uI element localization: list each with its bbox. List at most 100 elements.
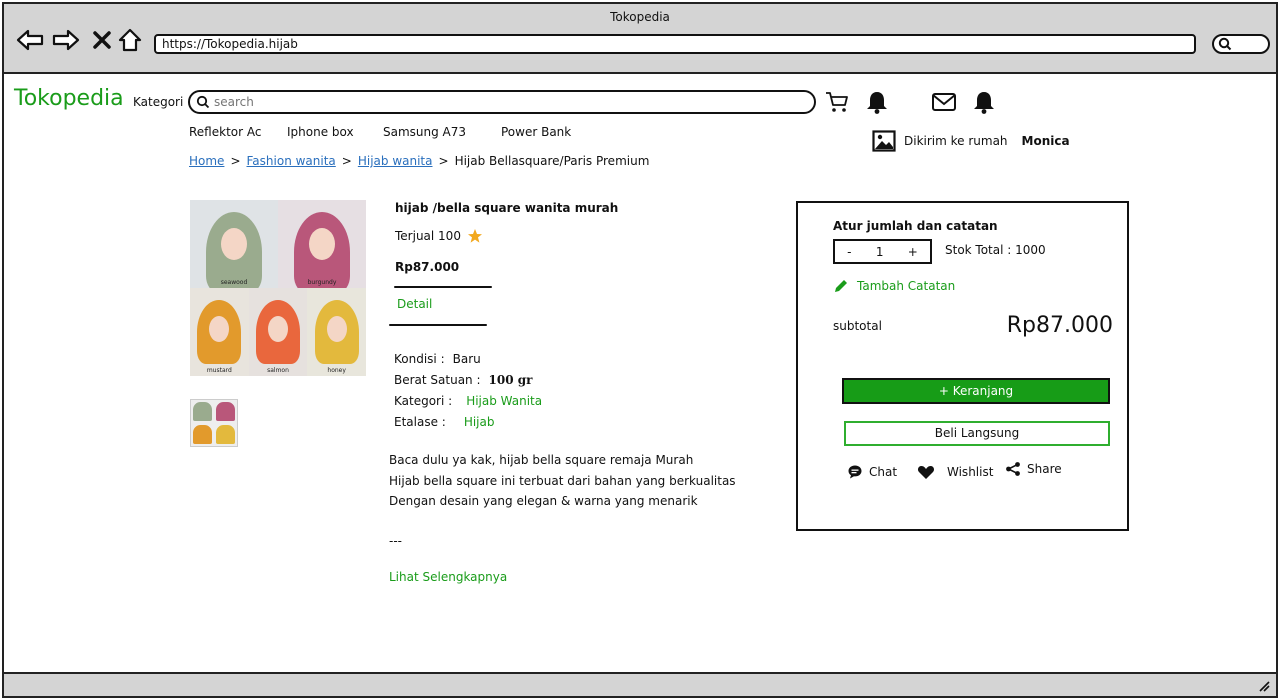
quick-link-item[interactable]: Iphone box xyxy=(287,125,354,139)
stock-total: Stok Total : 1000 xyxy=(945,243,1046,257)
cart-button[interactable] xyxy=(823,88,851,116)
breadcrumb-separator: > xyxy=(230,154,241,168)
variant-label: seawood xyxy=(220,279,248,286)
thumb-swatch xyxy=(216,402,235,421)
sold-count: Terjual 100 xyxy=(395,228,483,244)
kategori-menu[interactable]: Kategori xyxy=(133,95,183,109)
notification-button[interactable] xyxy=(863,88,891,116)
share-button[interactable]: Share xyxy=(1005,461,1062,477)
face-shape xyxy=(267,316,288,343)
quantity-value[interactable]: 1 xyxy=(876,245,884,259)
breadcrumb: Home > Fashion wanita > Hijab wanita > H… xyxy=(189,154,649,168)
product-description: Baca dulu ya kak, hijab bella square rem… xyxy=(389,450,736,512)
address-bar[interactable]: https://Tokopedia.hijab xyxy=(154,34,1196,54)
variant-salmon-image: salmon xyxy=(248,288,308,376)
product-main-image[interactable]: seawood burgundy mustard salmon honey xyxy=(190,200,366,376)
variant-label: mustard xyxy=(206,367,232,374)
spec-etalase-link[interactable]: Hijab xyxy=(464,412,495,433)
arrow-right-icon xyxy=(52,29,80,51)
pencil-icon xyxy=(835,280,847,292)
order-panel: Atur jumlah dan catatan - 1 + Stok Total… xyxy=(796,201,1129,531)
wishlist-button[interactable]: Wishlist xyxy=(917,464,993,480)
search-icon xyxy=(196,95,210,109)
search-input[interactable] xyxy=(214,95,794,109)
site-search-bar[interactable] xyxy=(188,90,816,114)
breadcrumb-home[interactable]: Home xyxy=(189,154,224,168)
description-line: Dengan desain yang elegan & warna yang m… xyxy=(389,494,698,508)
shipping-recipient: Monica xyxy=(1021,134,1070,148)
spec-label: Etalase : xyxy=(394,415,446,429)
spec-value: 100 gr xyxy=(488,373,533,387)
face-shape xyxy=(309,228,335,261)
thumb-swatch xyxy=(193,402,212,421)
buy-now-button[interactable]: Beli Langsung xyxy=(844,421,1110,446)
description-line: Baca dulu ya kak, hijab bella square rem… xyxy=(389,453,694,467)
share-icon xyxy=(1006,462,1020,476)
product-thumbnail[interactable] xyxy=(190,399,238,447)
bell-icon xyxy=(867,92,887,114)
variant-mustard-image: mustard xyxy=(190,288,249,376)
notification-button-2[interactable] xyxy=(970,88,998,116)
spec-label: Kategori : xyxy=(394,394,453,408)
shipping-label: Dikirim ke rumah xyxy=(904,134,1008,148)
search-icon xyxy=(1218,37,1232,51)
browser-titlebar: Tokopedia https://Tokopedia.hijab xyxy=(4,4,1276,74)
variant-label: honey xyxy=(327,367,346,374)
quick-link-item[interactable]: Reflektor Ac xyxy=(189,125,261,139)
tab-detail[interactable]: Detail xyxy=(397,297,432,311)
spec-kategori: Kategori : Hijab Wanita xyxy=(394,391,542,412)
increment-button[interactable]: + xyxy=(908,245,918,259)
share-label: Share xyxy=(1027,462,1062,476)
breadcrumb-separator: > xyxy=(438,154,449,168)
heart-icon xyxy=(917,466,935,479)
browser-statusbar xyxy=(4,672,1276,696)
spec-kondisi: Kondisi : Baru xyxy=(394,349,542,370)
quantity-stepper: - 1 + xyxy=(833,239,932,264)
resize-grip-icon[interactable] xyxy=(1256,678,1270,692)
thumb-swatch xyxy=(193,425,212,444)
add-note-button[interactable]: Tambah Catatan xyxy=(833,278,955,294)
spec-label: Berat Satuan : xyxy=(394,373,481,387)
add-to-cart-button[interactable]: + Keranjang xyxy=(842,378,1110,404)
variant-burgundy-image: burgundy xyxy=(278,200,366,288)
arrow-left-icon xyxy=(16,29,44,51)
site-logo[interactable]: Tokopedia xyxy=(14,86,124,111)
window-title: Tokopedia xyxy=(610,10,670,24)
inbox-button[interactable] xyxy=(930,88,958,116)
variant-row: mustard salmon honey xyxy=(190,288,366,376)
variant-seawood-image: seawood xyxy=(190,200,278,288)
browser-search-button[interactable] xyxy=(1212,34,1270,54)
variant-label: burgundy xyxy=(307,279,337,286)
breadcrumb-separator: > xyxy=(341,154,352,168)
stop-button[interactable] xyxy=(88,26,116,54)
tab-underline xyxy=(389,324,487,326)
product-specs: Kondisi : Baru Berat Satuan : 100 gr Kat… xyxy=(394,349,542,433)
variant-honey-image: honey xyxy=(307,288,366,376)
breadcrumb-fashion-wanita[interactable]: Fashion wanita xyxy=(247,154,336,168)
subtotal-value: Rp87.000 xyxy=(1006,313,1113,338)
description-separator: --- xyxy=(389,534,402,548)
see-more-link[interactable]: Lihat Selengkapnya xyxy=(389,570,507,584)
product-price: Rp87.000 xyxy=(395,260,460,274)
image-icon xyxy=(872,130,896,152)
add-note-label: Tambah Catatan xyxy=(857,279,956,293)
thumb-swatch xyxy=(216,425,235,444)
cart-icon xyxy=(826,92,848,112)
decrement-button[interactable]: - xyxy=(847,245,851,259)
variant-label: salmon xyxy=(267,367,289,374)
tab-divider xyxy=(394,286,492,288)
close-icon xyxy=(93,31,111,49)
home-button[interactable] xyxy=(116,26,144,54)
bell-icon xyxy=(974,92,994,114)
quick-link-item[interactable]: Power Bank xyxy=(501,125,571,139)
forward-button[interactable] xyxy=(52,26,80,54)
description-line: Hijab bella square ini terbuat dari baha… xyxy=(389,473,736,488)
breadcrumb-hijab-wanita[interactable]: Hijab wanita xyxy=(358,154,433,168)
spec-kategori-link[interactable]: Hijab Wanita xyxy=(466,391,542,412)
breadcrumb-current: Hijab Bellasquare/Paris Premium xyxy=(454,154,650,168)
order-panel-title: Atur jumlah dan catatan xyxy=(833,219,998,233)
quick-link-item[interactable]: Samsung A73 xyxy=(383,125,466,139)
shipping-address[interactable]: Dikirim ke rumah Monica xyxy=(872,130,1070,152)
back-button[interactable] xyxy=(16,26,44,54)
chat-button[interactable]: Chat xyxy=(847,464,897,480)
